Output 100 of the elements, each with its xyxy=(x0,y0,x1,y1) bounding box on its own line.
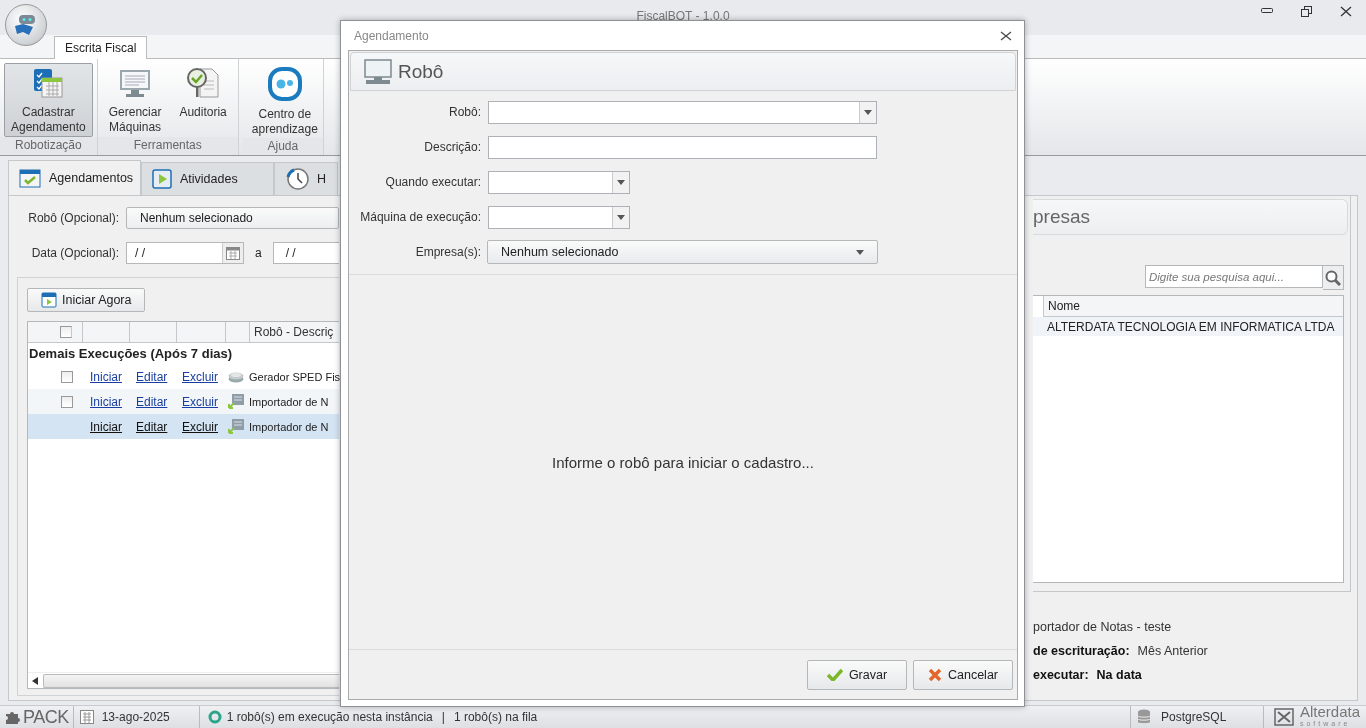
link[interactable]: Excluir xyxy=(182,369,218,384)
link[interactable]: Iniciar xyxy=(90,394,122,409)
robot-select[interactable]: Nenhum selecionado xyxy=(126,207,339,229)
detail-value: Na data xyxy=(1096,668,1142,683)
brand-name: Alterdata xyxy=(1299,705,1360,719)
dropdown-caret-icon xyxy=(617,214,625,220)
dropdown-caret-icon xyxy=(617,179,625,185)
status-separator: | xyxy=(441,710,445,724)
table-row[interactable]: Iniciar Editar Excluir Importador de N xyxy=(28,414,339,439)
ribbon-group-label: Robotização xyxy=(15,137,82,154)
checkbox[interactable] xyxy=(61,395,73,408)
field-label: Empresa(s): xyxy=(414,245,481,259)
table-row[interactable]: Iniciar Editar Excluir Gerador SPED Fis xyxy=(28,364,341,389)
close-icon[interactable] xyxy=(1000,30,1012,41)
monitor-icon xyxy=(364,58,392,85)
status-text: 1 robô(s) na fila xyxy=(453,710,538,724)
company-select[interactable]: Nenhum selecionado xyxy=(487,240,878,264)
link[interactable]: Editar xyxy=(136,394,168,409)
spinner-icon xyxy=(207,710,222,724)
panel-title: presas xyxy=(1033,206,1091,228)
magnifier-check-icon xyxy=(186,67,221,99)
table-row[interactable]: Iniciar Editar Excluir Importador de N xyxy=(28,389,339,414)
field-label: Descrição: xyxy=(423,140,481,154)
ribbon-tab[interactable]: Escrita Fiscal xyxy=(54,36,148,59)
detail-label: executar: xyxy=(1033,668,1089,683)
start-now-button[interactable]: Iniciar Agora xyxy=(27,288,146,312)
puzzle-icon xyxy=(4,709,20,725)
link[interactable]: Editar xyxy=(136,369,168,384)
calendar-icon[interactable] xyxy=(226,246,240,260)
brand-logo-icon xyxy=(1273,708,1294,726)
check-icon xyxy=(826,668,843,681)
detail-value: portador de Notas - teste xyxy=(1033,620,1172,635)
table-cell-text: Importador de N xyxy=(248,420,329,433)
ribbon-button[interactable]: Cadastrar Agendamento xyxy=(4,63,93,137)
ribbon-group-label: Ajuda xyxy=(267,138,299,155)
window-title: FiscalBOT - 1.0.0 xyxy=(636,9,730,23)
group-heading: Demais Execuções (Após 7 dias) xyxy=(29,346,233,363)
ribbon-group-label: Ferramentas xyxy=(133,137,202,154)
ribbon-button[interactable]: Gerenciar Máquinas xyxy=(101,63,169,137)
link[interactable]: Iniciar xyxy=(90,369,122,384)
section-title: Robô xyxy=(398,60,444,83)
search-button[interactable] xyxy=(1323,265,1344,290)
date-separator: a xyxy=(255,246,262,260)
combo-field[interactable] xyxy=(488,170,630,194)
pack-label: PACK xyxy=(23,706,69,728)
status-text: 1 robô(s) em execução nesta instância xyxy=(226,710,433,724)
cancel-button[interactable]: Cancelar xyxy=(913,659,1013,690)
link[interactable]: Editar xyxy=(136,419,168,434)
search-icon xyxy=(1325,269,1341,286)
checkbox[interactable] xyxy=(61,370,73,383)
table-cell-text: Gerador SPED Fis xyxy=(248,370,341,383)
field-label: Robô: xyxy=(447,105,481,119)
dropdown-caret-icon xyxy=(864,109,872,115)
calendar-play-icon xyxy=(41,292,57,308)
disk-stack-icon xyxy=(228,370,244,383)
date-field[interactable]: / / xyxy=(126,242,244,264)
input-field[interactable] xyxy=(488,135,877,159)
close-icon xyxy=(928,667,942,682)
checkbox[interactable] xyxy=(60,326,72,338)
calendar-icon xyxy=(79,710,94,724)
tab[interactable]: H xyxy=(274,162,338,195)
scroll-left-icon[interactable] xyxy=(32,676,38,685)
chat-bubble-icon xyxy=(267,67,302,101)
app-logo-icon[interactable] xyxy=(5,4,47,46)
close-icon[interactable] xyxy=(1340,6,1352,17)
monitor-icon xyxy=(119,67,152,99)
robot-combo[interactable] xyxy=(488,100,877,124)
table-cell-text: Importador de N xyxy=(248,395,329,408)
scrollbar[interactable] xyxy=(43,673,339,688)
database-icon xyxy=(1136,709,1151,725)
tab[interactable]: Agendamentos xyxy=(8,160,141,195)
field-label: Quando executar: xyxy=(384,175,481,189)
status-date: 13-ago-2025 xyxy=(101,710,170,724)
tab[interactable]: Atividades xyxy=(141,162,274,195)
search-field[interactable]: Digite sua pesquisa aqui... xyxy=(1145,265,1323,288)
field-label: Data (Opcional): xyxy=(30,246,119,260)
clock-icon xyxy=(285,167,309,191)
document-arrow-icon xyxy=(228,418,244,435)
restore-icon[interactable] xyxy=(1301,6,1312,17)
database-label: PostgreSQL xyxy=(1160,710,1227,724)
detail-label: de escrituração: xyxy=(1033,644,1130,659)
combo-field[interactable] xyxy=(488,205,630,229)
play-icon xyxy=(152,169,172,189)
schedule-icon xyxy=(32,67,65,99)
dropdown-caret-icon xyxy=(856,249,864,255)
link[interactable]: Excluir xyxy=(182,394,218,409)
document-arrow-icon xyxy=(228,393,244,410)
link[interactable]: Iniciar xyxy=(90,419,122,434)
minimize-icon[interactable] xyxy=(1261,6,1273,14)
detail-value: Mês Anterior xyxy=(1137,644,1208,659)
column-header: Robô - Descriç xyxy=(254,325,334,339)
save-button[interactable]: Gravar xyxy=(807,659,907,690)
field-label: Máquina de execução: xyxy=(359,210,481,224)
ribbon-button[interactable]: Auditoria xyxy=(172,63,234,137)
ribbon-button[interactable]: Centro de aprendizage xyxy=(246,63,319,138)
field-label: Robô (Opcional): xyxy=(27,211,119,225)
hint-message: Informe o robô para iniciar o cadastro... xyxy=(552,453,814,471)
link[interactable]: Excluir xyxy=(182,419,218,434)
date-field[interactable]: / / xyxy=(272,242,339,264)
calendar-check-icon xyxy=(19,168,41,188)
